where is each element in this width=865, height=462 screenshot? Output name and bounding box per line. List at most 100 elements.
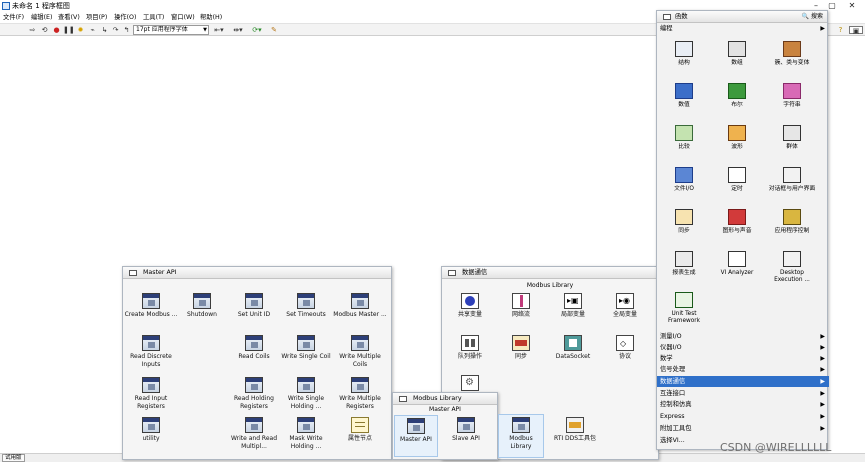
fn-vi-analyzer[interactable]: VI Analyzer xyxy=(710,251,764,277)
rti-dds-toolkit-item[interactable]: RTI DDS工具包 xyxy=(545,417,605,443)
vi-shutdown[interactable]: Shutdown xyxy=(174,293,230,319)
vi-write-multiple-coils[interactable]: Write Multiple Coils xyxy=(332,335,388,368)
network-stream-item[interactable]: 网络流 xyxy=(493,293,549,319)
search-button[interactable]: 🔍 搜索 xyxy=(802,12,823,22)
fn-string[interactable]: 字符串 xyxy=(765,83,819,109)
menu-view[interactable]: 查看(V) xyxy=(58,13,80,22)
align-objects-icon[interactable]: ⇤▾ xyxy=(212,26,226,34)
fn-numeric[interactable]: 数值 xyxy=(657,83,711,109)
fn-report-generation[interactable]: 报表生成 xyxy=(657,251,711,277)
abort-icon[interactable]: ● xyxy=(52,26,61,34)
fn-synchronization[interactable]: 同步 xyxy=(657,209,711,235)
category-programming[interactable]: 编程 ▶ xyxy=(657,23,829,34)
modbus-vi-icon xyxy=(245,335,263,351)
menu-operate[interactable]: 操作(O) xyxy=(114,13,136,22)
local-variable-item[interactable]: ▸▣ 局部变量 xyxy=(545,293,601,319)
menu-file[interactable]: 文件(F) xyxy=(3,13,24,22)
fn-app-control[interactable]: 应用程序控制 xyxy=(765,209,819,235)
context-help-icon[interactable]: ? xyxy=(836,26,845,34)
reorder-icon[interactable]: ⟳▾ xyxy=(250,26,264,34)
vi-read-input-registers[interactable]: Read Input Registers xyxy=(123,377,179,410)
master-api-item[interactable]: Master API xyxy=(394,415,438,457)
gear-item[interactable]: ⚙ xyxy=(442,375,498,393)
fn-unit-test-framework[interactable]: Unit Test Framework xyxy=(657,292,711,325)
clean-up-diagram-icon[interactable]: ✎ xyxy=(268,26,280,34)
category-data-communication[interactable]: 数据通信 ▶ xyxy=(657,376,829,387)
palette-header[interactable]: Master API xyxy=(123,267,391,279)
fn-cluster[interactable]: 簇、类与变体 xyxy=(765,41,819,67)
menu-project[interactable]: 项目(P) xyxy=(86,13,107,22)
fn-file-io[interactable]: 文件I/O xyxy=(657,167,711,193)
category-mathematics[interactable]: 数学 ▶ xyxy=(657,353,829,364)
vi-write-single-holding[interactable]: Write Single Holding ... xyxy=(278,377,334,410)
chevron-right-icon: ▶ xyxy=(820,390,825,397)
property-node[interactable]: 属性节点 xyxy=(332,417,388,443)
run-arrow-icon[interactable]: ⇨ xyxy=(28,26,37,34)
menu-window[interactable]: 窗口(W) xyxy=(171,13,195,22)
queue-operations-item[interactable]: 队列操作 xyxy=(442,335,498,361)
vi-create-modbus[interactable]: Create Modbus ... xyxy=(123,293,179,319)
fn-cluster-class[interactable]: 群体 xyxy=(765,125,819,151)
pause-icon[interactable]: ❚❚ xyxy=(63,26,75,34)
distribute-objects-icon[interactable]: ⇹▾ xyxy=(231,26,245,34)
vi-set-timeouts[interactable]: Set Timeouts xyxy=(278,293,334,319)
highlight-execution-icon[interactable]: ✹ xyxy=(76,26,85,34)
palette-title: Modbus Library xyxy=(413,395,462,402)
vi-mask-write-holding[interactable]: Mask Write Holding ... xyxy=(278,417,334,450)
vi-write-multiple-registers[interactable]: Write Multiple Registers xyxy=(332,377,388,410)
category-control-simulation[interactable]: 控制和仿真 ▶ xyxy=(657,399,829,410)
palette-header[interactable]: 函数 🔍 搜索 xyxy=(657,11,827,23)
fn-graphics-sound[interactable]: 图形与声音 xyxy=(710,209,764,235)
vi-label: utility xyxy=(142,435,160,442)
menu-edit[interactable]: 编辑(E) xyxy=(31,13,53,22)
datasocket-item[interactable]: DataSocket xyxy=(545,335,601,361)
retain-wire-values-icon[interactable]: ⌁ xyxy=(88,26,97,34)
fn-comparison[interactable]: 比较 xyxy=(657,125,711,151)
vi-write-single-coil[interactable]: Write Single Coil xyxy=(278,335,334,361)
font-selector[interactable]: 17pt 应用程序字体 ▼ xyxy=(133,25,209,35)
category-instrument-io[interactable]: 仪器I/O ▶ xyxy=(657,342,829,353)
fn-array[interactable]: 数组 xyxy=(710,41,764,67)
modbus-vi-icon xyxy=(297,335,315,351)
fn-label: 结构 xyxy=(678,60,690,66)
vi-modbus-master[interactable]: Modbus Master ... xyxy=(332,293,388,319)
synchronization-item[interactable]: 同步 xyxy=(493,335,549,361)
category-signal-processing[interactable]: 信号处理 ▶ xyxy=(657,364,829,375)
fn-boolean[interactable]: 布尔 xyxy=(710,83,764,109)
pin-icon[interactable] xyxy=(448,270,456,276)
shared-variable-item[interactable]: 共享变量 xyxy=(442,293,498,319)
step-out-icon[interactable]: ↰ xyxy=(122,26,131,34)
vi-read-holding-registers[interactable]: Read Holding Registers xyxy=(226,377,282,410)
run-continuously-icon[interactable]: ⟲ xyxy=(40,26,49,34)
fn-waveform[interactable]: 波形 xyxy=(710,125,764,151)
modbus-library-item[interactable]: Modbus Library xyxy=(498,414,544,458)
category-addons[interactable]: 附加工具包 ▶ xyxy=(657,423,829,434)
step-into-icon[interactable]: ↳ xyxy=(100,26,109,34)
palette-header[interactable]: Modbus Library xyxy=(393,393,497,405)
close-icon[interactable]: ✕ xyxy=(846,1,858,11)
fn-timing[interactable]: 定时 xyxy=(710,167,764,193)
vi-read-coils[interactable]: Read Coils xyxy=(226,335,282,361)
category-measurement-io[interactable]: 测量I/O ▶ xyxy=(657,331,829,342)
menu-help[interactable]: 帮助(H) xyxy=(200,13,222,22)
category-connectivity[interactable]: 互连接口 ▶ xyxy=(657,388,829,399)
pin-icon[interactable] xyxy=(129,270,137,276)
palette-header[interactable]: 数据通信 xyxy=(442,267,658,279)
slave-api-item[interactable]: Slave API xyxy=(444,417,488,443)
vi-set-unit-id[interactable]: Set Unit ID xyxy=(226,293,282,319)
chevron-right-icon: ▶ xyxy=(820,344,825,351)
global-variable-item[interactable]: ▸◉ 全局变量 xyxy=(597,293,653,319)
category-label: 测量I/O xyxy=(660,333,682,340)
category-express[interactable]: Express ▶ xyxy=(657,411,829,422)
step-over-icon[interactable]: ↷ xyxy=(111,26,120,34)
protocols-item[interactable]: ◇ 协议 xyxy=(597,335,653,361)
vi-utility[interactable]: utility xyxy=(123,417,179,443)
pin-icon[interactable] xyxy=(663,14,671,20)
pin-icon[interactable] xyxy=(399,396,407,402)
vi-write-and-read-multiple[interactable]: Write and Read Multipl... xyxy=(226,417,282,450)
vi-read-discrete-inputs[interactable]: Read Discrete Inputs xyxy=(121,335,181,368)
menu-tools[interactable]: 工具(T) xyxy=(143,13,164,22)
fn-desktop-execution[interactable]: Desktop Execution ... xyxy=(765,251,819,284)
fn-dialog-ui[interactable]: 对话框与用户界面 xyxy=(765,167,819,193)
fn-structures[interactable]: 结构 xyxy=(657,41,711,67)
